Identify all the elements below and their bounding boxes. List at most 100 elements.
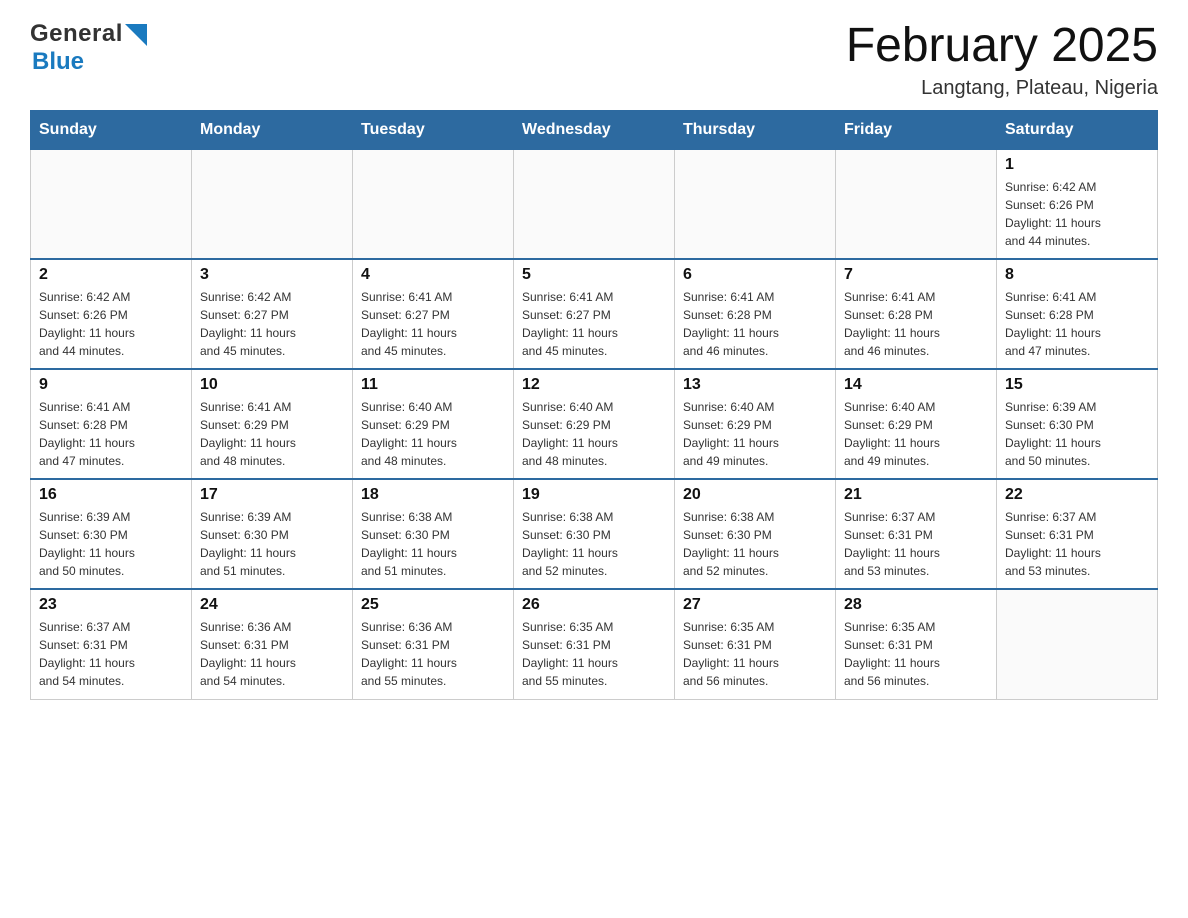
day-number: 12 bbox=[522, 376, 666, 394]
day-info: Sunrise: 6:35 AM Sunset: 6:31 PM Dayligh… bbox=[522, 618, 666, 690]
table-row: 11 Sunrise: 6:40 AM Sunset: 6:29 PM Dayli… bbox=[353, 369, 514, 479]
day-info: Sunrise: 6:38 AM Sunset: 6:30 PM Dayligh… bbox=[683, 508, 827, 580]
day-number: 26 bbox=[522, 596, 666, 614]
day-number: 15 bbox=[1005, 376, 1149, 394]
day-number: 5 bbox=[522, 266, 666, 284]
table-row: 14Sunrise: 6:40 AM Sunset: 6:29 PM Dayli… bbox=[836, 369, 997, 479]
table-row bbox=[836, 149, 997, 259]
header-wednesday: Wednesday bbox=[514, 110, 675, 149]
table-row bbox=[31, 149, 192, 259]
calendar-table: Sunday Monday Tuesday Wednesday Thursday… bbox=[30, 110, 1158, 700]
calendar-week-row: 9Sunrise: 6:41 AM Sunset: 6:28 PM Daylig… bbox=[31, 369, 1158, 479]
day-number: 2 bbox=[39, 266, 183, 284]
table-row: 10 Sunrise: 6:41 AM Sunset: 6:29 PM Dayli… bbox=[192, 369, 353, 479]
day-number: 4 bbox=[361, 266, 505, 284]
logo-blue-text: Blue bbox=[32, 48, 84, 76]
table-row: 24 Sunrise: 6:36 AM Sunset: 6:31 PM Dayli… bbox=[192, 589, 353, 699]
day-number: 22 bbox=[1005, 486, 1149, 504]
logo-general-text: General bbox=[30, 20, 123, 48]
header-monday: Monday bbox=[192, 110, 353, 149]
day-info: Sunrise: 6:41 AM Sunset: 6:27 PM Dayligh… bbox=[361, 288, 505, 360]
table-row: 22 Sunrise: 6:37 AM Sunset: 6:31 PM Dayli… bbox=[997, 479, 1158, 589]
calendar-week-row: 23 Sunrise: 6:37 AM Sunset: 6:31 PM Dayli… bbox=[31, 589, 1158, 699]
calendar-week-row: 1Sunrise: 6:42 AM Sunset: 6:26 PM Daylig… bbox=[31, 149, 1158, 259]
day-info: Sunrise: 6:40 AM Sunset: 6:29 PM Dayligh… bbox=[522, 398, 666, 470]
day-number: 3 bbox=[200, 266, 344, 284]
day-info: Sunrise: 6:37 AM Sunset: 6:31 PM Dayligh… bbox=[39, 618, 183, 690]
month-title: February 2025 bbox=[846, 20, 1158, 73]
calendar-week-row: 16 Sunrise: 6:39 AM Sunset: 6:30 PM Dayli… bbox=[31, 479, 1158, 589]
day-info: Sunrise: 6:37 AM Sunset: 6:31 PM Dayligh… bbox=[844, 508, 988, 580]
table-row: 16 Sunrise: 6:39 AM Sunset: 6:30 PM Dayli… bbox=[31, 479, 192, 589]
table-row: 15 Sunrise: 6:39 AM Sunset: 6:30 PM Dayli… bbox=[997, 369, 1158, 479]
day-info: Sunrise: 6:35 AM Sunset: 6:31 PM Dayligh… bbox=[844, 618, 988, 690]
day-number: 6 bbox=[683, 266, 827, 284]
table-row: 8 Sunrise: 6:41 AM Sunset: 6:28 PM Daylig… bbox=[997, 259, 1158, 369]
table-row: 17Sunrise: 6:39 AM Sunset: 6:30 PM Dayli… bbox=[192, 479, 353, 589]
header-thursday: Thursday bbox=[675, 110, 836, 149]
day-info: Sunrise: 6:39 AM Sunset: 6:30 PM Dayligh… bbox=[1005, 398, 1149, 470]
header-friday: Friday bbox=[836, 110, 997, 149]
table-row: 7Sunrise: 6:41 AM Sunset: 6:28 PM Daylig… bbox=[836, 259, 997, 369]
day-info: Sunrise: 6:36 AM Sunset: 6:31 PM Dayligh… bbox=[361, 618, 505, 690]
table-row: 4 Sunrise: 6:41 AM Sunset: 6:27 PM Daylig… bbox=[353, 259, 514, 369]
day-info: Sunrise: 6:37 AM Sunset: 6:31 PM Dayligh… bbox=[1005, 508, 1149, 580]
day-number: 11 bbox=[361, 376, 505, 394]
day-number: 23 bbox=[39, 596, 183, 614]
day-info: Sunrise: 6:39 AM Sunset: 6:30 PM Dayligh… bbox=[200, 508, 344, 580]
table-row: 5 Sunrise: 6:41 AM Sunset: 6:27 PM Daylig… bbox=[514, 259, 675, 369]
logo: General Blue bbox=[30, 20, 147, 76]
table-row: 9Sunrise: 6:41 AM Sunset: 6:28 PM Daylig… bbox=[31, 369, 192, 479]
day-number: 8 bbox=[1005, 266, 1149, 284]
day-info: Sunrise: 6:35 AM Sunset: 6:31 PM Dayligh… bbox=[683, 618, 827, 690]
table-row bbox=[997, 589, 1158, 699]
calendar-week-row: 2 Sunrise: 6:42 AM Sunset: 6:26 PM Daylig… bbox=[31, 259, 1158, 369]
day-info: Sunrise: 6:41 AM Sunset: 6:28 PM Dayligh… bbox=[844, 288, 988, 360]
table-row: 27 Sunrise: 6:35 AM Sunset: 6:31 PM Dayli… bbox=[675, 589, 836, 699]
day-number: 1 bbox=[1005, 156, 1149, 174]
day-info: Sunrise: 6:39 AM Sunset: 6:30 PM Dayligh… bbox=[39, 508, 183, 580]
table-row: 21 Sunrise: 6:37 AM Sunset: 6:31 PM Dayli… bbox=[836, 479, 997, 589]
day-info: Sunrise: 6:42 AM Sunset: 6:26 PM Dayligh… bbox=[39, 288, 183, 360]
day-info: Sunrise: 6:41 AM Sunset: 6:28 PM Dayligh… bbox=[683, 288, 827, 360]
table-row bbox=[514, 149, 675, 259]
day-number: 18 bbox=[361, 486, 505, 504]
day-info: Sunrise: 6:41 AM Sunset: 6:28 PM Dayligh… bbox=[39, 398, 183, 470]
table-row: 19 Sunrise: 6:38 AM Sunset: 6:30 PM Dayli… bbox=[514, 479, 675, 589]
day-info: Sunrise: 6:41 AM Sunset: 6:27 PM Dayligh… bbox=[522, 288, 666, 360]
day-info: Sunrise: 6:40 AM Sunset: 6:29 PM Dayligh… bbox=[683, 398, 827, 470]
day-number: 20 bbox=[683, 486, 827, 504]
page-header: General Blue February 2025 Langtang, Pla… bbox=[30, 20, 1158, 100]
header-saturday: Saturday bbox=[997, 110, 1158, 149]
location-title: Langtang, Plateau, Nigeria bbox=[846, 77, 1158, 100]
day-number: 19 bbox=[522, 486, 666, 504]
day-number: 21 bbox=[844, 486, 988, 504]
table-row: 6 Sunrise: 6:41 AM Sunset: 6:28 PM Daylig… bbox=[675, 259, 836, 369]
day-info: Sunrise: 6:42 AM Sunset: 6:27 PM Dayligh… bbox=[200, 288, 344, 360]
table-row: 23 Sunrise: 6:37 AM Sunset: 6:31 PM Dayli… bbox=[31, 589, 192, 699]
title-block: February 2025 Langtang, Plateau, Nigeria bbox=[846, 20, 1158, 100]
day-headers-row: Sunday Monday Tuesday Wednesday Thursday… bbox=[31, 110, 1158, 149]
table-row: 2 Sunrise: 6:42 AM Sunset: 6:26 PM Daylig… bbox=[31, 259, 192, 369]
day-info: Sunrise: 6:38 AM Sunset: 6:30 PM Dayligh… bbox=[361, 508, 505, 580]
day-info: Sunrise: 6:38 AM Sunset: 6:30 PM Dayligh… bbox=[522, 508, 666, 580]
header-tuesday: Tuesday bbox=[353, 110, 514, 149]
day-number: 27 bbox=[683, 596, 827, 614]
table-row bbox=[353, 149, 514, 259]
day-number: 24 bbox=[200, 596, 344, 614]
table-row: 1Sunrise: 6:42 AM Sunset: 6:26 PM Daylig… bbox=[997, 149, 1158, 259]
day-number: 16 bbox=[39, 486, 183, 504]
table-row: 12 Sunrise: 6:40 AM Sunset: 6:29 PM Dayli… bbox=[514, 369, 675, 479]
table-row: 13Sunrise: 6:40 AM Sunset: 6:29 PM Dayli… bbox=[675, 369, 836, 479]
day-info: Sunrise: 6:40 AM Sunset: 6:29 PM Dayligh… bbox=[361, 398, 505, 470]
day-info: Sunrise: 6:41 AM Sunset: 6:29 PM Dayligh… bbox=[200, 398, 344, 470]
day-info: Sunrise: 6:36 AM Sunset: 6:31 PM Dayligh… bbox=[200, 618, 344, 690]
day-info: Sunrise: 6:41 AM Sunset: 6:28 PM Dayligh… bbox=[1005, 288, 1149, 360]
table-row: 3 Sunrise: 6:42 AM Sunset: 6:27 PM Daylig… bbox=[192, 259, 353, 369]
table-row bbox=[675, 149, 836, 259]
day-number: 10 bbox=[200, 376, 344, 394]
day-number: 28 bbox=[844, 596, 988, 614]
table-row: 28 Sunrise: 6:35 AM Sunset: 6:31 PM Dayli… bbox=[836, 589, 997, 699]
table-row: 26 Sunrise: 6:35 AM Sunset: 6:31 PM Dayli… bbox=[514, 589, 675, 699]
table-row: 20 Sunrise: 6:38 AM Sunset: 6:30 PM Dayli… bbox=[675, 479, 836, 589]
